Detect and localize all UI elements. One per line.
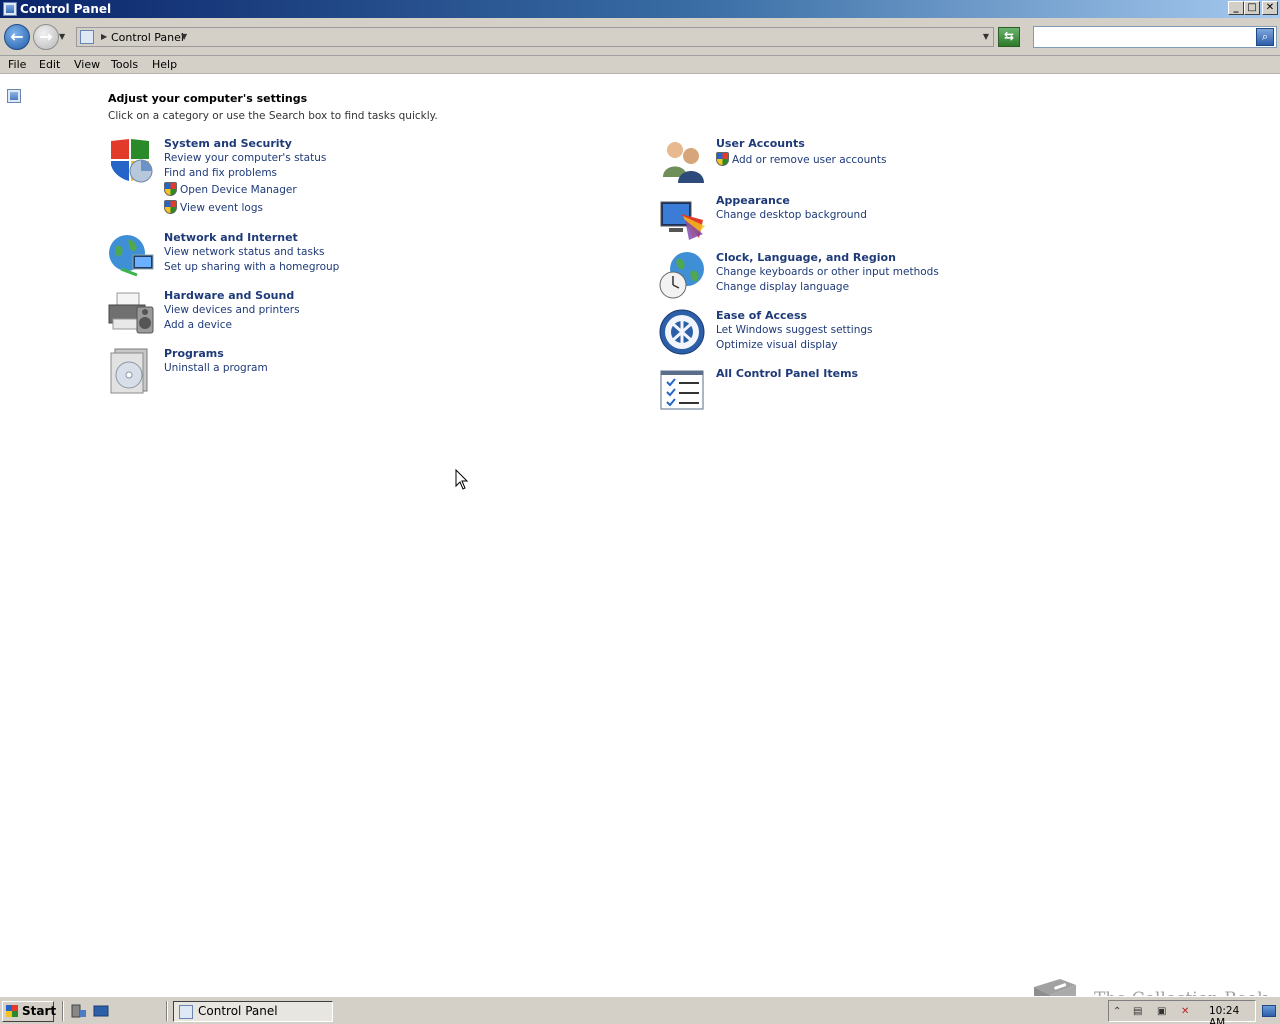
breadcrumb-separator-icon[interactable]: ▶	[101, 32, 107, 41]
link-windows-suggest-settings[interactable]: Let Windows suggest settings	[716, 324, 873, 336]
task-label: Control Panel	[198, 1004, 278, 1018]
link-uninstall-program[interactable]: Uninstall a program	[164, 362, 268, 374]
search-icon[interactable]: ⌕	[1256, 28, 1274, 46]
refresh-icon: ⇆	[1003, 29, 1015, 43]
category-title[interactable]: User Accounts	[716, 137, 805, 150]
ease-of-access-icon	[659, 309, 705, 355]
page-title: Adjust your computer's settings	[108, 92, 308, 105]
menu-view[interactable]: View	[74, 58, 100, 71]
clock-globe-icon	[659, 252, 704, 299]
category-title[interactable]: Network and Internet	[164, 231, 298, 244]
taskbar: Start Control Panel ⌃ ▤ ▣ ✕ 10:24 AM	[0, 996, 1280, 1024]
show-desktop-button[interactable]	[1262, 1005, 1276, 1017]
search-box[interactable]: ⌕	[1033, 26, 1277, 48]
link-add-remove-accounts[interactable]: Add or remove user accounts	[716, 152, 887, 166]
link-optimize-visual-display[interactable]: Optimize visual display	[716, 339, 838, 351]
forward-button[interactable]: →	[33, 24, 59, 50]
arrow-left-icon: ←	[10, 27, 24, 46]
volume-muted-icon[interactable]: ✕	[1181, 1006, 1193, 1018]
link-change-keyboards[interactable]: Change keyboards or other input methods	[716, 266, 939, 278]
refresh-button[interactable]: ⇆	[998, 27, 1020, 47]
address-bar-row: ← → ▼ ▶ Control Panel ▼ ▼ ⇆ ⌕	[0, 18, 1280, 56]
appearance-monitor-icon	[660, 201, 705, 240]
content-pane: Adjust your computer's settings Click on…	[0, 74, 1280, 996]
window-title: Control Panel	[20, 2, 112, 16]
link-devices-printers[interactable]: View devices and printers	[164, 304, 300, 316]
link-label: Add or remove user accounts	[732, 154, 887, 166]
link-network-status[interactable]: View network status and tasks	[164, 246, 325, 258]
link-change-display-language[interactable]: Change display language	[716, 281, 849, 293]
shield-icon	[111, 139, 153, 183]
network-tray-icon[interactable]: ▤	[1133, 1006, 1145, 1018]
link-change-background[interactable]: Change desktop background	[716, 209, 867, 221]
address-dropdown-icon[interactable]: ▼	[983, 32, 989, 41]
taskbar-separator	[166, 1001, 168, 1021]
control-panel-icon	[7, 89, 21, 103]
control-panel-icon	[179, 1005, 193, 1019]
category-title[interactable]: Hardware and Sound	[164, 289, 294, 302]
link-review-status[interactable]: Review your computer's status	[164, 152, 326, 164]
link-label: Open Device Manager	[180, 184, 297, 196]
checklist-icon	[660, 370, 704, 410]
page-subtitle: Click on a category or use the Search bo…	[108, 110, 438, 122]
menu-file[interactable]: File	[8, 58, 26, 71]
back-button[interactable]: ←	[4, 24, 30, 50]
start-label: Start	[22, 1004, 57, 1018]
minimize-button[interactable]: _	[1228, 1, 1244, 15]
printer-speaker-icon	[108, 292, 154, 334]
programs-disc-icon	[110, 348, 148, 394]
uac-shield-icon	[164, 182, 177, 196]
uac-shield-icon	[716, 152, 729, 166]
link-label: View event logs	[180, 202, 263, 214]
arrow-right-icon: →	[39, 27, 53, 46]
link-homegroup-sharing[interactable]: Set up sharing with a homegroup	[164, 261, 339, 273]
control-panel-app-icon	[3, 2, 17, 16]
clock[interactable]: 10:24 AM	[1209, 1005, 1255, 1024]
users-icon	[663, 142, 704, 183]
uac-shield-icon	[164, 200, 177, 214]
show-hidden-icons-icon[interactable]: ⌃	[1113, 1006, 1125, 1018]
category-title[interactable]: Ease of Access	[716, 309, 807, 322]
category-title[interactable]: Programs	[164, 347, 224, 360]
search-input[interactable]	[1036, 29, 1248, 45]
category-title[interactable]: Appearance	[716, 194, 790, 207]
menu-tools[interactable]: Tools	[111, 58, 138, 71]
category-title[interactable]: System and Security	[164, 137, 292, 150]
windows-flag-icon	[6, 1005, 18, 1017]
menu-edit[interactable]: Edit	[39, 58, 60, 71]
action-center-icon[interactable]: ▣	[1157, 1006, 1169, 1018]
category-title[interactable]: Clock, Language, and Region	[716, 251, 896, 264]
address-box[interactable]: ▶ Control Panel ▼ ▼	[76, 27, 994, 47]
server-manager-icon[interactable]	[71, 1004, 87, 1018]
link-add-device[interactable]: Add a device	[164, 319, 232, 331]
title-bar: Control Panel _ □ ✕	[0, 0, 1280, 18]
recent-pages-dropdown[interactable]: ▼	[59, 32, 65, 41]
menu-bar: File Edit View Tools Help	[0, 56, 1280, 74]
maximize-button[interactable]: □	[1244, 1, 1260, 15]
mouse-pointer-icon	[455, 469, 469, 490]
start-button[interactable]: Start	[2, 1001, 57, 1022]
category-title[interactable]: All Control Panel Items	[716, 367, 858, 380]
menu-help[interactable]: Help	[152, 58, 177, 71]
show-desktop-quick-icon[interactable]	[93, 1004, 109, 1018]
control-panel-icon	[80, 30, 94, 44]
link-view-event-logs[interactable]: View event logs	[164, 200, 263, 214]
quick-launch-separator	[62, 1001, 64, 1021]
link-find-fix-problems[interactable]: Find and fix problems	[164, 167, 277, 179]
close-button[interactable]: ✕	[1262, 1, 1278, 15]
system-tray: ⌃ ▤ ▣ ✕ 10:24 AM	[1108, 1000, 1256, 1024]
globe-network-icon	[109, 235, 154, 277]
breadcrumb-control-panel[interactable]: Control Panel	[111, 31, 184, 44]
breadcrumb-chevron-icon[interactable]: ▼	[181, 32, 187, 41]
taskbar-button-control-panel[interactable]: Control Panel	[173, 1001, 333, 1022]
link-open-device-manager[interactable]: Open Device Manager	[164, 182, 297, 196]
